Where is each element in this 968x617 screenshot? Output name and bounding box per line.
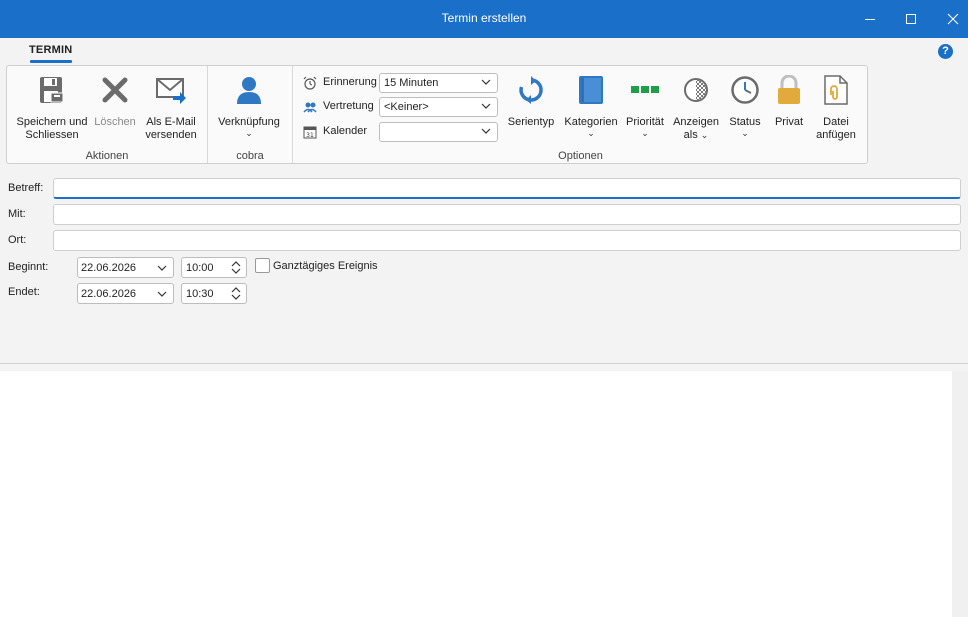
close-button[interactable] [931, 0, 968, 38]
start-label: Beginnt: [8, 261, 49, 273]
send-as-email-button[interactable]: Als E-Mail versenden [143, 72, 199, 142]
save-close-label-2: Schliessen [25, 129, 79, 141]
end-date-picker[interactable]: 22.06.2026 [77, 283, 174, 304]
priority-dots-icon [631, 86, 659, 93]
end-time-spinner[interactable]: 10:30 [181, 283, 247, 304]
spinner-arrows-icon[interactable] [231, 260, 241, 275]
chevron-down-icon: ⌄ [587, 128, 595, 138]
lock-icon [778, 75, 800, 104]
close-icon [947, 13, 959, 25]
person-icon [237, 77, 261, 104]
alarm-clock-icon [303, 76, 317, 90]
reminder-value: 15 Minuten [384, 77, 439, 89]
ribbon-tab-strip: TERMIN [0, 38, 968, 64]
form-divider [0, 363, 968, 364]
group-label-options: Optionen [558, 150, 603, 162]
location-input[interactable] [53, 230, 961, 251]
active-tab-indicator [30, 60, 72, 63]
attach-file-button[interactable]: Datei anfügen [811, 72, 861, 142]
subject-input[interactable] [53, 178, 961, 199]
calendar-dropdown[interactable] [379, 122, 498, 142]
chevron-down-icon [481, 128, 491, 134]
calendar-label: Kalender [323, 125, 368, 137]
chevron-down-icon: ⌄ [245, 128, 253, 138]
minimize-button[interactable] [848, 0, 892, 38]
subject-label: Betreff: [8, 182, 44, 194]
delete-button[interactable]: Löschen [93, 72, 137, 129]
all-day-label: Ganztägiges Ereignis [273, 260, 378, 272]
end-label: Endet: [8, 286, 40, 298]
help-icon[interactable]: ? [938, 44, 953, 59]
chevron-down-icon: ⌄ [741, 128, 749, 138]
vertical-scrollbar[interactable] [952, 371, 968, 617]
series-type-button[interactable]: Serientyp [506, 72, 556, 129]
show-as-icon [684, 78, 708, 102]
title-bar: Termin erstellen [0, 0, 968, 38]
categories-button[interactable]: Kategorien ⌄ [562, 72, 620, 138]
reminder-dropdown[interactable]: 15 Minuten [379, 73, 498, 93]
tab-termin[interactable]: TERMIN [29, 44, 72, 56]
chevron-down-icon [481, 79, 491, 85]
maximize-icon [906, 14, 916, 24]
email-icon [156, 78, 186, 104]
start-date-value: 22.06.2026 [81, 262, 137, 274]
substitute-dropdown[interactable]: <Keiner> [379, 97, 498, 117]
status-button[interactable]: Status ⌄ [723, 72, 767, 138]
chevron-down-icon: ⌄ [700, 130, 709, 140]
calendar-icon-day: 31 [306, 132, 314, 139]
start-time-spinner[interactable]: 10:00 [181, 257, 247, 278]
attach-label-2: anfügen [816, 129, 856, 141]
chevron-down-icon [157, 265, 167, 271]
substitute-label: Vertretung [323, 100, 374, 112]
calendar-icon: 31 [303, 126, 317, 139]
notes-editor[interactable] [0, 371, 952, 617]
maximize-button[interactable] [889, 0, 933, 38]
end-date-value: 22.06.2026 [81, 288, 137, 300]
attach-file-icon [824, 75, 848, 105]
group-label-cobra: cobra [236, 150, 264, 162]
ribbon: Speichern und Schliessen Löschen Als E-M… [6, 65, 868, 164]
reminder-label: Erinnerung [323, 76, 377, 88]
attach-label-1: Datei [823, 116, 849, 128]
minimize-icon [865, 19, 875, 20]
substitute-people-icon [303, 102, 317, 113]
substitute-value: <Keiner> [384, 101, 429, 113]
with-label: Mit: [8, 208, 26, 220]
chevron-down-icon: ⌄ [641, 128, 649, 138]
group-label-actions: Aktionen [85, 150, 129, 162]
end-time-value: 10:30 [186, 288, 214, 300]
private-button[interactable]: Privat [769, 72, 809, 129]
delete-label: Löschen [94, 116, 136, 128]
priority-button[interactable]: Priorität ⌄ [623, 72, 667, 138]
email-label-2: versenden [145, 129, 197, 141]
show-as-label-1: Anzeigen [673, 116, 719, 128]
recurrence-icon [519, 76, 543, 104]
private-label: Privat [774, 116, 804, 128]
show-as-label-2: als ⌄ [672, 129, 720, 142]
group-separator [292, 66, 293, 163]
window-title: Termin erstellen [441, 11, 527, 25]
show-as-label-2-text: als [683, 129, 698, 141]
delete-x-icon [102, 77, 128, 103]
all-day-checkbox[interactable] [255, 258, 270, 273]
save-close-label-1: Speichern und [16, 116, 88, 128]
save-icon [40, 77, 64, 103]
with-input[interactable] [53, 204, 961, 225]
appointment-form: Betreff: Mit: Ort: Beginnt: 22.06.2026 1… [0, 168, 968, 363]
save-and-close-button[interactable]: Speichern und Schliessen [15, 72, 89, 142]
chevron-down-icon [481, 103, 491, 109]
start-date-picker[interactable]: 22.06.2026 [77, 257, 174, 278]
series-type-label: Serientyp [507, 116, 555, 128]
clock-icon [731, 76, 759, 104]
group-separator [207, 66, 208, 163]
start-time-value: 10:00 [186, 262, 214, 274]
chevron-down-icon [157, 291, 167, 297]
link-button[interactable]: Verknüpfung ⌄ [215, 72, 283, 138]
category-book-icon [579, 76, 603, 104]
location-label: Ort: [8, 234, 27, 246]
email-label-1: Als E-Mail [146, 116, 196, 128]
spinner-arrows-icon[interactable] [231, 286, 241, 301]
show-as-button[interactable]: Anzeigen als ⌄ [672, 72, 720, 142]
